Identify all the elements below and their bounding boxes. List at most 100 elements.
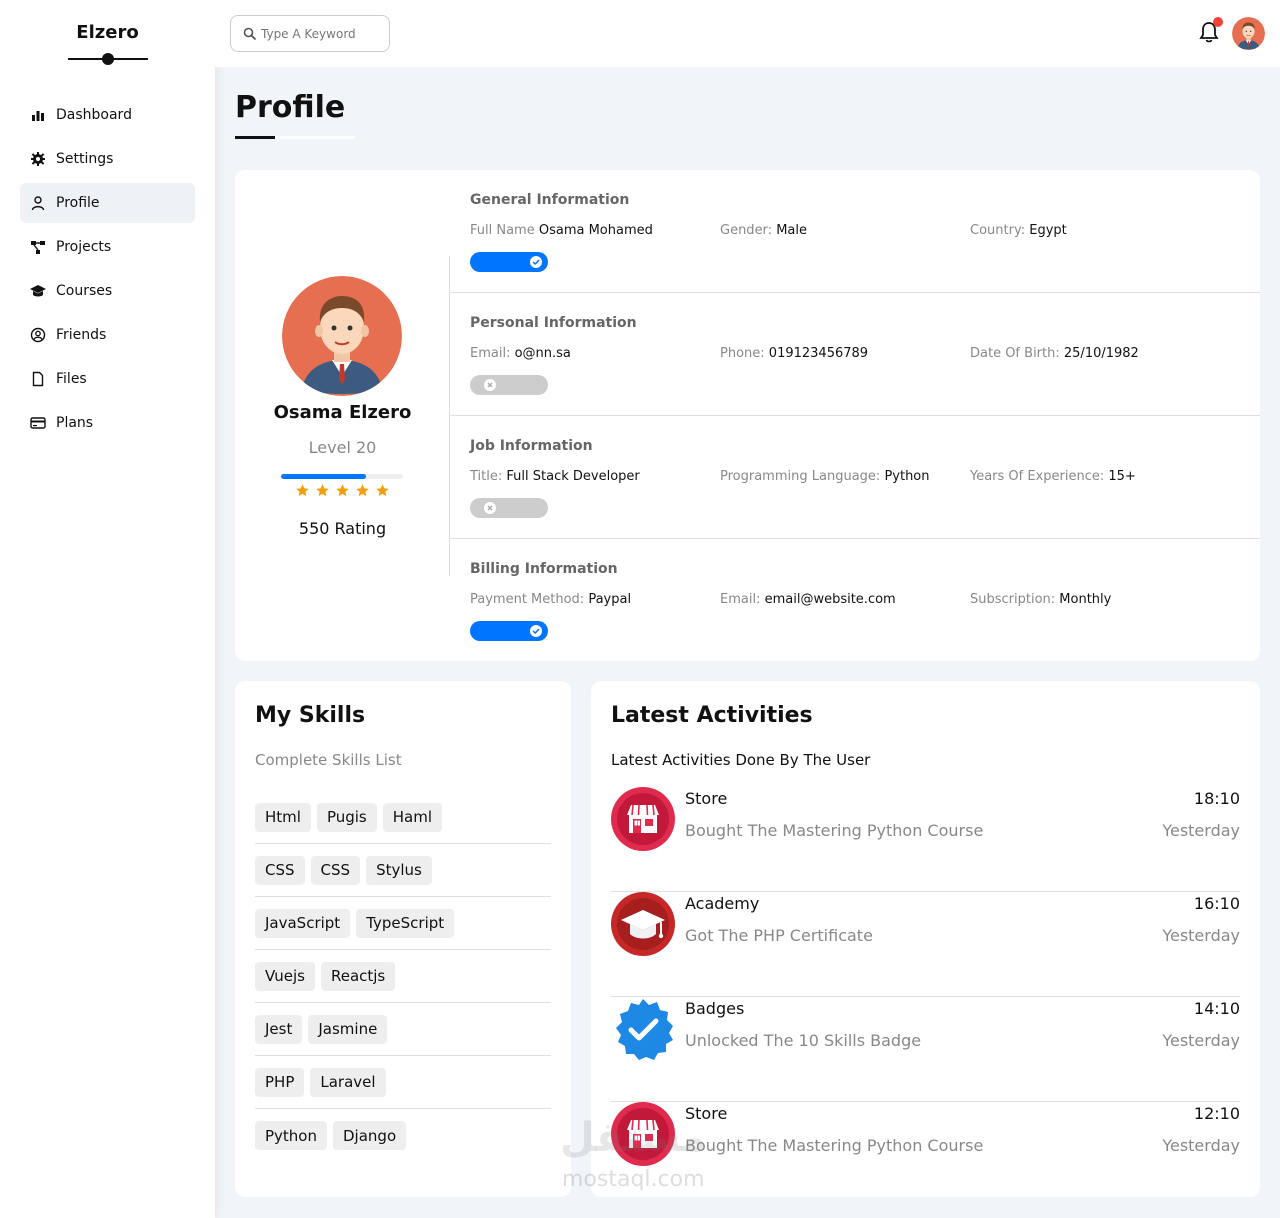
skill-tag-jasmine[interactable]: Jasmine <box>308 1014 388 1044</box>
info-value: o@nn.sa <box>514 346 571 361</box>
brand-logo[interactable]: Elzero <box>0 22 215 43</box>
activity-item-store[interactable]: Store Bought The Mastering Python Course 1… <box>611 1102 1240 1197</box>
skill-tag-php[interactable]: PHP <box>255 1067 305 1097</box>
info-value: email@website.com <box>764 592 896 607</box>
skill-tag-reactjs[interactable]: Reactjs <box>320 961 396 991</box>
activity-day: Yesterday <box>1162 1031 1240 1050</box>
activities-card: Latest Activities Latest Activities Done… <box>591 681 1260 1197</box>
page-title: Profile <box>235 90 346 125</box>
info-label: Title: <box>470 469 503 484</box>
info-label: Full Name <box>470 223 535 238</box>
skill-tag-css[interactable]: CSS <box>255 855 305 885</box>
info-label: Email: <box>720 592 761 607</box>
x-icon <box>487 505 493 511</box>
credit-card-icon <box>30 417 46 429</box>
activity-time: 18:10 <box>1193 789 1240 808</box>
search-input[interactable] <box>261 26 371 41</box>
activity-item-store[interactable]: Store Bought The Mastering Python Course 1… <box>611 787 1240 892</box>
activity-name: Store <box>685 789 728 808</box>
skill-row: Vuejs Reactjs <box>255 950 551 1003</box>
skill-tag-html[interactable]: Html <box>255 802 311 832</box>
activity-name: Store <box>685 1104 728 1123</box>
activity-description: Got The PHP Certificate <box>685 926 873 945</box>
skill-tag-pugis[interactable]: Pugis <box>316 802 377 832</box>
star-icon <box>316 484 329 497</box>
sidebar-item-label: Files <box>56 371 87 387</box>
info-value: 15+ <box>1108 469 1136 484</box>
sidebar-item-files[interactable]: Files <box>20 359 195 399</box>
activity-description: Bought The Mastering Python Course <box>685 1136 984 1155</box>
activity-name: Academy <box>685 894 760 913</box>
sidebar-item-projects[interactable]: Projects <box>20 227 195 267</box>
info-label: Date Of Birth: <box>970 346 1060 361</box>
info-item-phone: Phone: 019123456789 <box>720 346 868 361</box>
sidebar: Elzero Dashboard Settings Profile Projec… <box>0 0 215 1218</box>
sidebar-item-profile[interactable]: Profile <box>20 183 195 223</box>
check-icon <box>532 628 540 635</box>
info-label: Years Of Experience: <box>970 469 1105 484</box>
profile-card: Osama Elzero Level 20 550 Rating General… <box>235 170 1260 661</box>
section-toggle-on[interactable] <box>470 252 548 272</box>
skill-tag-javascript[interactable]: JavaScript <box>255 908 351 938</box>
check-icon <box>532 259 540 266</box>
sidebar-item-settings[interactable]: Settings <box>20 139 195 179</box>
skill-tag-css[interactable]: CSS <box>310 855 361 885</box>
skill-tag-stylus[interactable]: Stylus <box>366 855 432 885</box>
sidebar-item-label: Plans <box>56 415 94 431</box>
level-progress-bar <box>281 474 403 479</box>
section-toggle-off[interactable] <box>470 498 548 518</box>
section-toggle-off[interactable] <box>470 375 548 395</box>
skill-tag-python[interactable]: Python <box>255 1121 327 1150</box>
activity-time: 14:10 <box>1193 999 1240 1018</box>
sidebar-item-label: Settings <box>56 151 114 167</box>
sidebar-item-plans[interactable]: Plans <box>20 403 195 443</box>
skill-row: CSS CSS Stylus <box>255 844 551 897</box>
info-item-email: Email: email@website.com <box>720 592 896 607</box>
activity-day: Yesterday <box>1162 1136 1240 1155</box>
page-title-underline <box>235 136 355 139</box>
profile-name: Osama Elzero <box>273 402 412 423</box>
activities-subtitle: Latest Activities Done By The User <box>611 751 871 769</box>
info-section-title: General Information <box>470 192 630 208</box>
info-value: Egypt <box>1029 223 1067 238</box>
star-icon <box>336 484 349 497</box>
info-value: Osama Mohamed <box>538 223 653 238</box>
section-toggle-on[interactable] <box>470 621 548 641</box>
info-value: 019123456789 <box>768 346 869 361</box>
skill-tag-django[interactable]: Django <box>333 1121 407 1150</box>
info-value: Paypal <box>588 592 632 607</box>
skill-tag-vuejs[interactable]: Vuejs <box>255 961 315 991</box>
sidebar-item-label: Friends <box>56 327 107 343</box>
avatar-image <box>282 276 402 396</box>
sidebar-item-dashboard[interactable]: Dashboard <box>20 95 195 135</box>
sidebar-item-courses[interactable]: Courses <box>20 271 195 311</box>
info-item-programming-language: Programming Language: Python <box>720 469 930 484</box>
activity-name: Badges <box>685 999 745 1018</box>
user-circle-icon <box>30 327 46 343</box>
skill-tag-jest[interactable]: Jest <box>255 1014 303 1044</box>
info-label: Phone: <box>720 346 765 361</box>
info-label: Programming Language: <box>720 469 881 484</box>
sidebar-item-friends[interactable]: Friends <box>20 315 195 355</box>
info-label: Country: <box>970 223 1026 238</box>
skill-tag-laravel[interactable]: Laravel <box>310 1067 386 1097</box>
info-item-country: Country: Egypt <box>970 223 1067 238</box>
notification-badge <box>1213 17 1223 27</box>
info-item-subscription: Subscription: Monthly <box>970 592 1111 607</box>
graduation-cap-icon <box>30 285 46 297</box>
profile-rating: 550 Rating <box>298 519 387 538</box>
user-avatar[interactable] <box>1232 17 1265 50</box>
info-section-title: Job Information <box>470 438 593 454</box>
info-section-title: Billing Information <box>470 561 618 577</box>
activity-time: 16:10 <box>1193 894 1240 913</box>
info-label: Payment Method: <box>470 592 585 607</box>
activity-item-academy[interactable]: Academy Got The PHP Certificate 16:10 Yeste… <box>611 892 1240 997</box>
top-header <box>215 0 1280 67</box>
skill-tag-haml[interactable]: Haml <box>382 802 443 832</box>
activity-item-badges[interactable]: Badges Unlocked The 10 Skills Badge 14:10 Y… <box>611 997 1240 1102</box>
skill-row: PHP Laravel <box>255 1056 551 1109</box>
skill-row: Html Pugis Haml <box>255 791 551 844</box>
sidebar-nav: Dashboard Settings Profile Projects Cour… <box>0 95 215 443</box>
skill-tag-typescript[interactable]: TypeScript <box>356 908 455 938</box>
search-box[interactable] <box>230 15 390 52</box>
